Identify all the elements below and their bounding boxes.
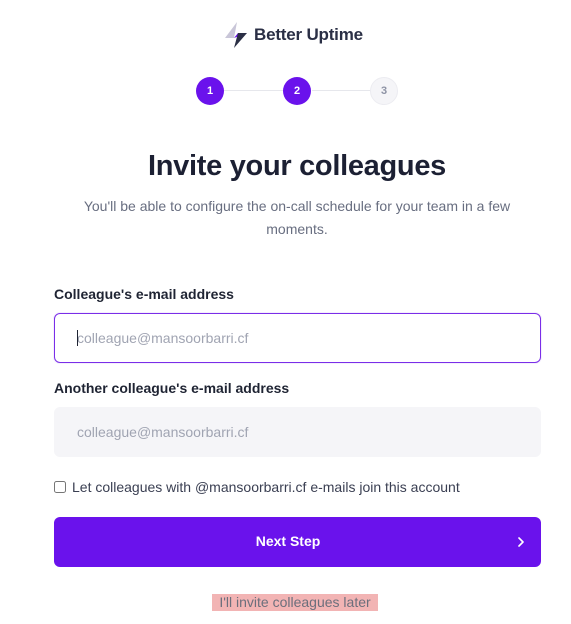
domain-join-label[interactable]: Let colleagues with @mansoorbarri.cf e-m… xyxy=(72,479,460,495)
colleague-email-input[interactable] xyxy=(54,313,541,363)
colleague-email-label: Colleague's e-mail address xyxy=(54,286,234,302)
text-caret xyxy=(77,330,78,346)
progress-steps: 1 2 3 xyxy=(196,77,399,105)
step-1-indicator: 1 xyxy=(196,77,224,105)
another-colleague-email-label: Another colleague's e-mail address xyxy=(54,380,290,396)
domain-join-checkbox[interactable] xyxy=(54,481,66,493)
next-step-button[interactable]: Next Step xyxy=(54,517,541,567)
brand-logo: Better Uptime xyxy=(224,20,363,50)
step-connector xyxy=(224,90,284,91)
domain-join-option: Let colleagues with @mansoorbarri.cf e-m… xyxy=(54,479,460,495)
step-connector xyxy=(312,90,371,91)
step-3-indicator: 3 xyxy=(370,77,398,105)
page-subtitle: You'll be able to configure the on-call … xyxy=(83,198,511,237)
invite-later-link[interactable]: I'll invite colleagues later xyxy=(212,594,378,611)
next-step-label: Next Step xyxy=(255,533,321,549)
another-colleague-email-input[interactable] xyxy=(54,407,541,457)
chevron-right-icon xyxy=(518,537,524,547)
lightning-bolt-icon xyxy=(225,22,247,48)
brand-name: Better Uptime xyxy=(254,25,363,44)
page-title: Invite your colleagues xyxy=(148,150,446,182)
step-2-indicator: 2 xyxy=(283,77,311,105)
